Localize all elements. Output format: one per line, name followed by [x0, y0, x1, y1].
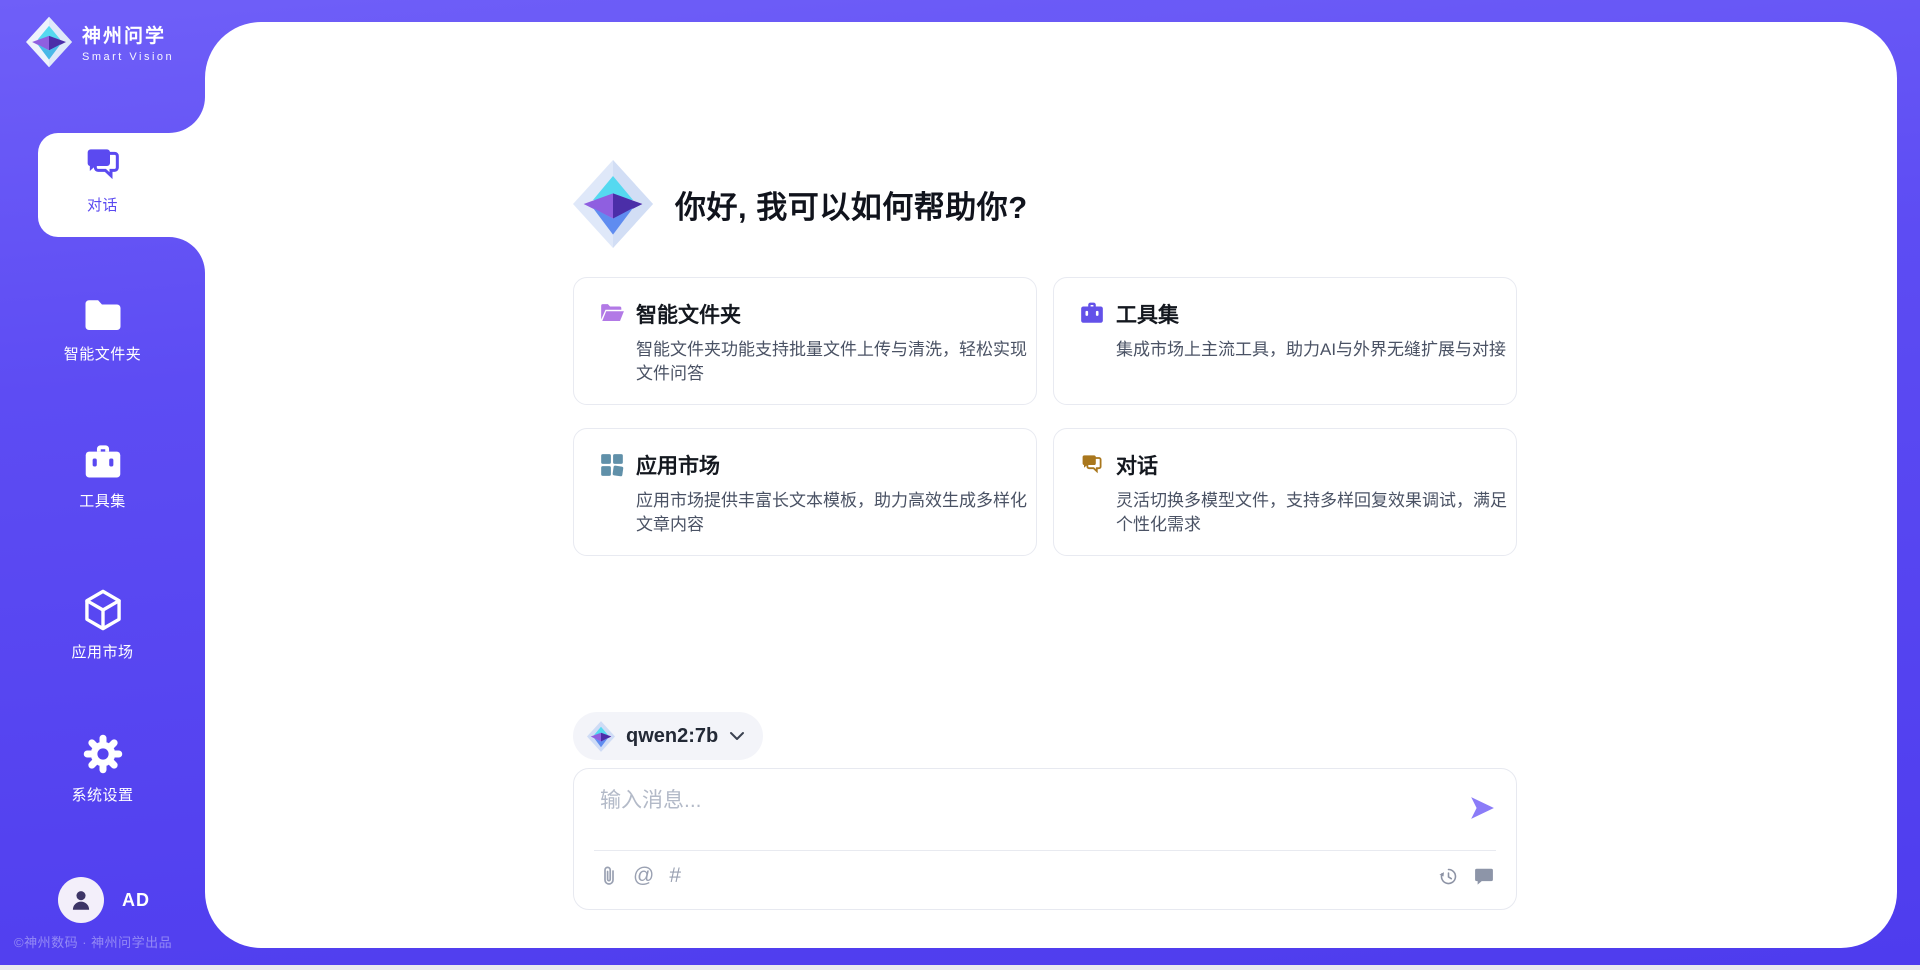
sidebar-item-label: 对话	[87, 194, 118, 215]
feature-cards: 智能文件夹 智能文件夹功能支持批量文件上传与清洗，轻松实现文件问答 工具集 集成…	[573, 277, 1517, 556]
hashtag-button[interactable]: #	[669, 864, 681, 888]
card-title: 对话	[1116, 450, 1508, 480]
paperclip-icon	[600, 865, 618, 887]
app-grid-icon	[599, 452, 625, 478]
attachment-button[interactable]	[600, 865, 618, 887]
card-desc: 智能文件夹功能支持批量文件上传与清洗，轻松实现文件问答	[636, 338, 1028, 386]
sidebar-item-label: 工具集	[79, 490, 126, 511]
chat-icon	[82, 145, 124, 185]
card-toolkit[interactable]: 工具集 集成市场上主流工具，助力AI与外界无缝扩展与对接	[1053, 277, 1517, 405]
chat-square-icon	[1474, 866, 1494, 886]
sidebar-item-app-market[interactable]: 应用市场	[0, 588, 205, 662]
history-button[interactable]	[1438, 866, 1459, 887]
folder-icon	[82, 298, 124, 334]
card-app-market[interactable]: 应用市场 应用市场提供丰富长文本模板，助力高效生成多样化文章内容	[573, 428, 1037, 556]
window-bottom-edge	[0, 965, 1920, 970]
diamond-logo-icon	[587, 721, 615, 752]
card-desc: 集成市场上主流工具，助力AI与外界无缝扩展与对接	[1116, 338, 1508, 362]
sidebar-item-toolkit[interactable]: 工具集	[0, 443, 205, 511]
model-name: qwen2:7b	[626, 725, 718, 748]
history-clock-icon	[1438, 866, 1459, 887]
chevron-down-icon	[729, 731, 745, 741]
cube-icon	[82, 588, 124, 632]
diamond-logo-icon	[573, 160, 653, 248]
person-icon	[68, 887, 94, 913]
new-chat-button[interactable]	[1474, 866, 1494, 886]
message-composer: @ #	[573, 768, 1517, 910]
user-profile[interactable]: AD	[58, 877, 150, 923]
composer-divider	[594, 850, 1496, 851]
copyright-text: ©神州数码 · 神州问学出品	[14, 932, 172, 951]
message-input[interactable]	[600, 784, 1450, 844]
sidebar-item-settings[interactable]: 系统设置	[0, 733, 205, 805]
card-chat[interactable]: 对话 灵活切换多模型文件，支持多样回复效果调试，满足个性化需求	[1053, 428, 1517, 556]
active-tab-shape	[0, 0, 205, 280]
send-icon[interactable]	[1469, 796, 1495, 820]
sidebar-item-label: 应用市场	[71, 641, 133, 662]
card-desc: 灵活切换多模型文件，支持多样回复效果调试，满足个性化需求	[1116, 489, 1508, 537]
mention-button[interactable]: @	[633, 864, 654, 888]
briefcase-icon	[82, 443, 124, 481]
avatar	[58, 877, 104, 923]
card-title: 智能文件夹	[636, 299, 1028, 329]
card-title: 工具集	[1116, 299, 1508, 329]
user-name: AD	[122, 890, 150, 911]
sidebar-item-label: 智能文件夹	[64, 343, 142, 364]
card-smart-folder[interactable]: 智能文件夹 智能文件夹功能支持批量文件上传与清洗，轻松实现文件问答	[573, 277, 1037, 405]
model-selector[interactable]: qwen2:7b	[573, 712, 763, 760]
chat-icon	[1079, 452, 1105, 476]
greeting-title: 你好, 我可以如何帮助你?	[675, 182, 1028, 227]
sidebar-item-chat[interactable]: 对话	[0, 145, 205, 215]
folder-open-icon	[599, 301, 625, 325]
card-desc: 应用市场提供丰富长文本模板，助力高效生成多样化文章内容	[636, 489, 1028, 537]
card-title: 应用市场	[636, 450, 1028, 480]
composer-toolbar: @ #	[600, 864, 1494, 888]
sidebar-item-label: 系统设置	[71, 784, 133, 805]
greeting-block: 你好, 我可以如何帮助你?	[573, 160, 1028, 248]
briefcase-icon	[1079, 301, 1105, 325]
sidebar-item-smart-folder[interactable]: 智能文件夹	[0, 298, 205, 364]
gear-icon	[82, 733, 124, 775]
